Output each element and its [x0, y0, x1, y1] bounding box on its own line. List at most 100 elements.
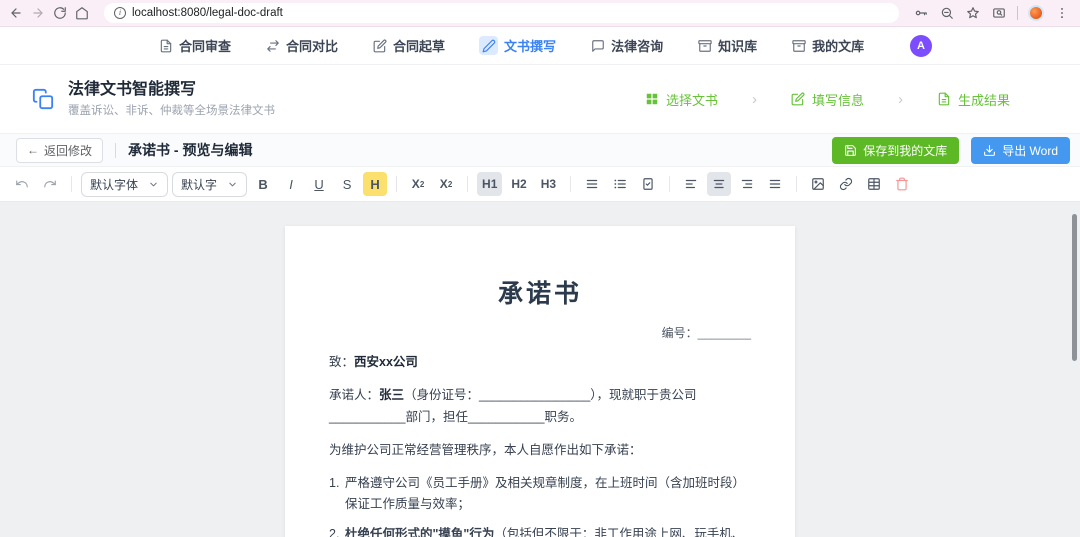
tab-contract-compare[interactable]: 合同对比: [265, 36, 338, 55]
align-center-button[interactable]: [707, 172, 731, 196]
back-icon[interactable]: [8, 5, 24, 21]
back-button-label: 返回修改: [44, 142, 92, 159]
superscript-mark: 2: [448, 180, 452, 189]
item-number: 1.: [329, 473, 345, 516]
delete-button[interactable]: [890, 172, 914, 196]
undo-button[interactable]: [10, 172, 34, 196]
tab-search-icon[interactable]: [991, 5, 1007, 21]
export-word-button[interactable]: 导出 Word: [971, 137, 1070, 164]
browser-divider: [1017, 6, 1018, 20]
item-bold-text: 杜绝任何形式的"摸鱼"行为: [345, 527, 494, 537]
subscript-button[interactable]: X2: [406, 172, 430, 196]
bold-button[interactable]: B: [251, 172, 275, 196]
subscript-mark: 2: [420, 180, 424, 189]
document-preview-area[interactable]: 承诺书 编号：________ 致：西安xx公司 承诺人：张三（身份证号：___…: [0, 202, 1080, 537]
underline-button[interactable]: U: [307, 172, 331, 196]
chevron-right-icon: ›: [898, 91, 903, 108]
redo-button[interactable]: [38, 172, 62, 196]
font-size-select[interactable]: 默认字: [172, 172, 247, 197]
vertical-scrollbar[interactable]: [1072, 214, 1077, 361]
site-info-icon[interactable]: i: [114, 7, 126, 19]
subscript-base: X: [412, 177, 420, 191]
to-company-name: 西安xx公司: [354, 355, 418, 369]
position-blank: ___________: [468, 410, 544, 424]
preview-toolbar: ← 返回修改 承诺书 - 预览与编辑 保存到我的文库 导出 Word: [0, 133, 1080, 167]
promisor-paragraph: 承诺人：张三（身份证号：________________），现就职于贵公司___…: [329, 385, 751, 429]
browser-menu-icon[interactable]: [1054, 5, 1070, 21]
bookmark-star-icon[interactable]: [965, 5, 981, 21]
align-justify-button[interactable]: [763, 172, 787, 196]
commitment-list: 1. 严格遵守公司《员工手册》及相关规章制度，在上班时间（含加班时段）保证工作质…: [329, 473, 751, 537]
nav-tabs: 合同审查 合同对比 合同起草 文书撰写 法律咨询 知识库: [0, 36, 864, 55]
insert-image-button[interactable]: [806, 172, 830, 196]
number-label: 编号：: [662, 326, 698, 340]
promisor-text: 部门，担任: [405, 410, 468, 424]
tab-contract-draft[interactable]: 合同起草: [372, 36, 445, 55]
heading2-button[interactable]: H2: [506, 172, 531, 196]
zoom-out-icon[interactable]: [939, 5, 955, 21]
superscript-button[interactable]: X2: [434, 172, 458, 196]
back-to-edit-button[interactable]: ← 返回修改: [16, 138, 103, 163]
document-page[interactable]: 承诺书 编号：________ 致：西安xx公司 承诺人：张三（身份证号：___…: [285, 226, 795, 537]
italic-button[interactable]: I: [279, 172, 303, 196]
font-family-select[interactable]: 默认字体: [81, 172, 168, 197]
step-select-document[interactable]: 选择文书: [645, 90, 718, 109]
item-number: 2.: [329, 524, 345, 537]
document-preview-title: 承诺书 - 预览与编辑: [128, 140, 252, 160]
promisor-text: ），现就职于贵公司: [590, 388, 696, 402]
step-generate-result[interactable]: 生成结果: [937, 90, 1010, 109]
bullet-list-button[interactable]: [580, 172, 604, 196]
tab-knowledge-base[interactable]: 知识库: [697, 36, 757, 55]
insert-table-button[interactable]: [862, 172, 886, 196]
app-nav-bar: 合同审查 合同对比 合同起草 文书撰写 法律咨询 知识库: [0, 27, 1080, 65]
strikethrough-button[interactable]: S: [335, 172, 359, 196]
tab-document-writing[interactable]: 文书撰写: [479, 36, 556, 55]
browser-profile-avatar[interactable]: [1028, 5, 1044, 21]
step-fill-info[interactable]: 填写信息: [791, 90, 864, 109]
document-icon: [158, 38, 173, 53]
app-window: i localhost:8080/legal-doc-draft 合同审查 合同…: [0, 0, 1080, 537]
edit-square-icon: [372, 38, 387, 53]
pen-icon: [479, 36, 498, 55]
tab-my-library[interactable]: 我的文库: [791, 36, 864, 55]
superscript-base: X: [440, 177, 448, 191]
chevron-down-icon: [227, 179, 238, 190]
insert-link-button[interactable]: [834, 172, 858, 196]
password-key-icon[interactable]: [913, 5, 929, 21]
reload-icon[interactable]: [52, 5, 68, 21]
addressee-line: 致：西安xx公司: [329, 352, 751, 374]
tab-label: 法律咨询: [611, 36, 663, 55]
url-text[interactable]: localhost:8080/legal-doc-draft: [132, 7, 283, 19]
align-right-button[interactable]: [735, 172, 759, 196]
number-blank: ________: [698, 326, 751, 340]
save-to-library-button[interactable]: 保存到我的文库: [832, 137, 959, 164]
step-label: 填写信息: [812, 90, 864, 109]
ordered-list-button[interactable]: [608, 172, 632, 196]
toolbar-divider: [115, 143, 116, 158]
font-size-value: 默认字: [181, 176, 217, 193]
heading3-button[interactable]: H3: [536, 172, 561, 196]
task-list-button[interactable]: [636, 172, 660, 196]
forward-icon[interactable]: [30, 5, 46, 21]
item-text: 严格遵守公司《员工手册》及相关规章制度，在上班时间（含加班时段）保证工作质量与效…: [345, 473, 751, 516]
url-bar[interactable]: i localhost:8080/legal-doc-draft: [104, 3, 899, 23]
toolbar-separator: [570, 176, 571, 192]
highlight-button[interactable]: H: [363, 172, 387, 196]
toolbar-separator: [71, 176, 72, 192]
download-icon: [983, 144, 996, 157]
save-button-label: 保存到我的文库: [863, 142, 947, 159]
tab-label: 文书撰写: [504, 36, 556, 55]
user-avatar[interactable]: A: [910, 35, 932, 57]
heading1-button[interactable]: H1: [477, 172, 502, 196]
home-icon[interactable]: [74, 5, 90, 21]
tab-legal-consult[interactable]: 法律咨询: [590, 36, 663, 55]
list-item: 1. 严格遵守公司《员工手册》及相关规章制度，在上班时间（含加班时段）保证工作质…: [329, 473, 751, 516]
page-header-left: 法律文书智能撰写 覆盖诉讼、非诉、仲裁等全场景法律文书: [30, 80, 275, 118]
intro-paragraph: 为维护公司正常经营管理秩序，本人自愿作出如下承诺：: [329, 440, 751, 462]
promisor-text: （身份证号：: [404, 388, 479, 402]
copy-documents-icon: [30, 86, 56, 112]
align-left-button[interactable]: [679, 172, 703, 196]
chevron-right-icon: ›: [752, 91, 757, 108]
tab-contract-review[interactable]: 合同审查: [158, 36, 231, 55]
step-label: 选择文书: [666, 90, 718, 109]
